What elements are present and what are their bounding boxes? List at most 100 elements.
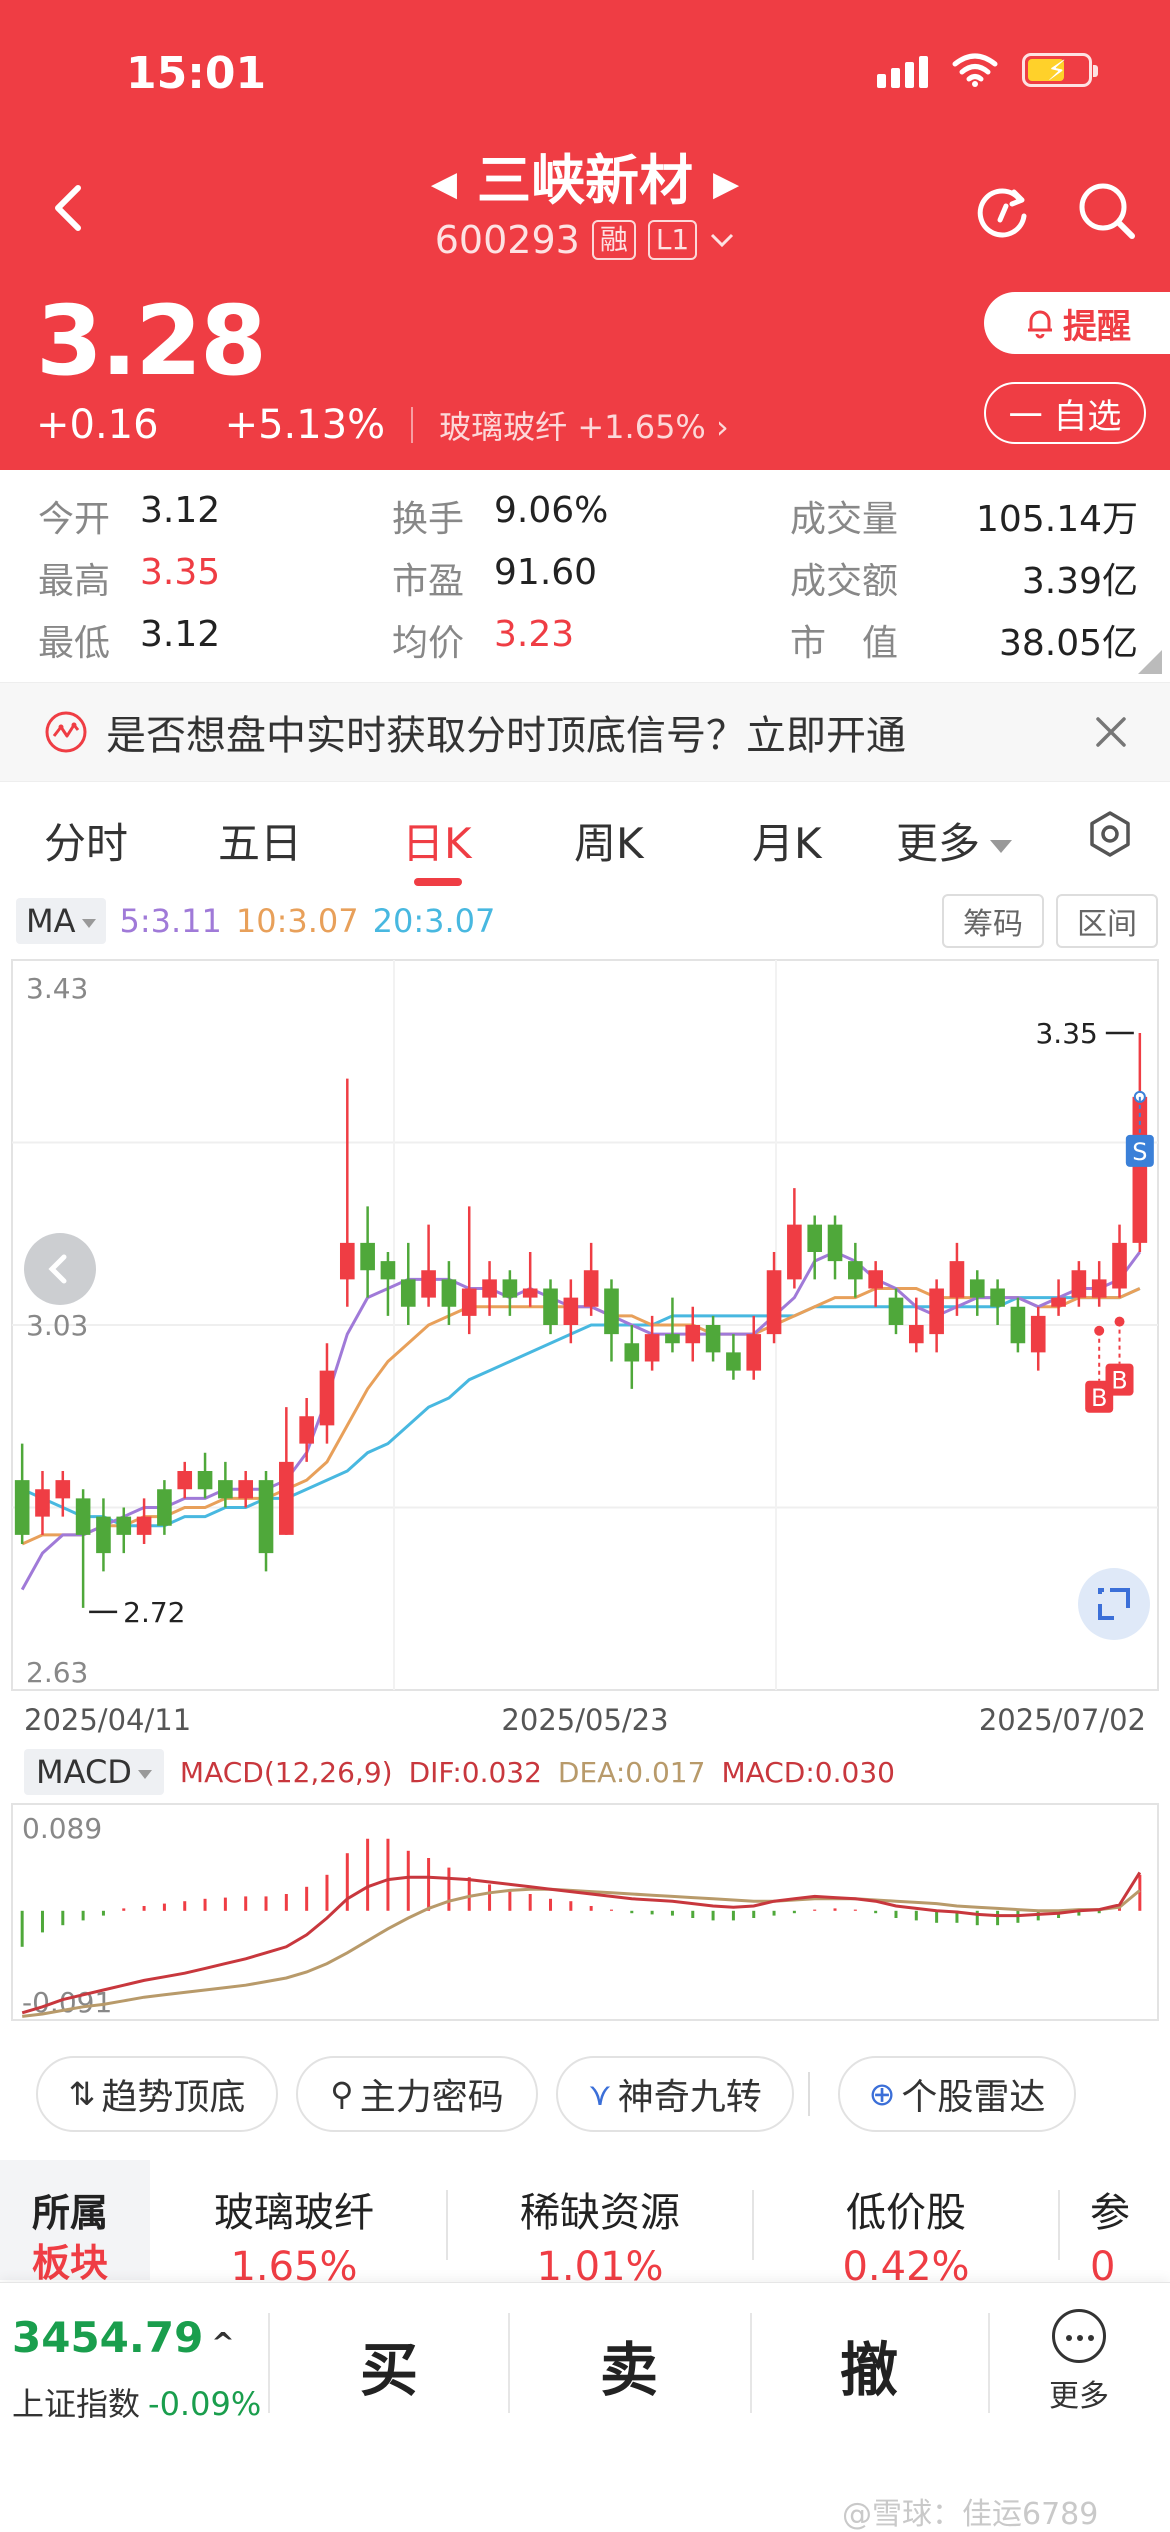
sector-strip: 所属 板块 玻璃玻纤 1.65% 稀缺资源 1.01% 低价股 0.42% 参0 [0, 2160, 1170, 2290]
signal-promo-banner[interactable]: 是否想盘中实时获取分时顶底信号？立即开通 [0, 682, 1170, 782]
candle-body [949, 1261, 965, 1298]
candle-body [238, 1480, 254, 1499]
stock-radar-button[interactable]: ⊕ 个股雷达 [838, 2056, 1076, 2132]
y-mid-label: 3.03 [26, 1309, 88, 1342]
remind-button[interactable]: 提醒 [984, 292, 1170, 354]
sector-item[interactable]: 稀缺资源 1.01% [450, 2160, 750, 2290]
scroll-left-button[interactable] [24, 1233, 96, 1305]
prev-stock-icon[interactable]: ◀ [431, 164, 457, 204]
radar-icon: ⊕ [868, 2075, 896, 2113]
tab-monthly-k[interactable]: 月K [752, 810, 822, 871]
candle-body [604, 1288, 619, 1335]
expand-stats-icon[interactable] [1138, 650, 1162, 674]
candle-body [421, 1270, 436, 1298]
trend-top-bottom-button[interactable]: ⇅ 趋势顶底 [36, 2056, 278, 2132]
macd-chart[interactable]: 0.089-0.091 [0, 1800, 1170, 2030]
candle-body [502, 1279, 518, 1298]
tab-daily-k[interactable]: 日K [402, 810, 472, 871]
index-name: 上证指数 [12, 2385, 141, 2423]
tab-five-day[interactable]: 五日 [218, 810, 302, 871]
candle-body [1010, 1306, 1026, 1344]
more-button[interactable]: 更多 [1044, 2309, 1114, 2415]
x-label-end: 2025/07/02 [979, 1703, 1146, 1737]
macd-indicator-dropdown[interactable]: MACD [24, 1749, 164, 1795]
candle-body [787, 1224, 802, 1280]
price-change: +0.16 [36, 402, 159, 448]
candle-body [624, 1343, 640, 1362]
magic-nine-button[interactable]: ⋎ 神奇九转 [556, 2056, 794, 2132]
macd-legend-bar: MACD MACD(12,26,9) DIF:0.032 DEA:0.017 M… [0, 1744, 1170, 1800]
sector-item[interactable]: 参0 [1090, 2160, 1170, 2290]
y-max-label: 3.43 [26, 972, 88, 1005]
candle-body [563, 1297, 579, 1325]
ma10-line [21, 1287, 1141, 1546]
candle-body [218, 1480, 233, 1499]
candle-body [1071, 1270, 1087, 1298]
cancel-order-button[interactable]: 撤 [840, 2323, 898, 2407]
main-force-code-button[interactable]: ⚲ 主力密码 [296, 2056, 538, 2132]
chevron-left-icon [48, 1254, 67, 1284]
sector-strip-title: 所属 板块 [0, 2160, 150, 2285]
dea-line [22, 1887, 1141, 2018]
banner-text: 是否想盘中实时获取分时顶底信号？立即开通 [106, 713, 906, 759]
candle-body [339, 1242, 355, 1280]
candle-body [360, 1242, 375, 1271]
candle-body [522, 1288, 538, 1298]
low-marker-label: 2.72 [123, 1596, 185, 1629]
tab-more-label: 更多 [896, 819, 981, 868]
y-min-label: 2.63 [26, 1656, 88, 1689]
macd-frame [11, 1803, 1159, 2021]
candle-body [14, 1480, 30, 1535]
fullscreen-icon [1098, 1588, 1130, 1620]
watchlist-label: 一 自选 [1008, 396, 1122, 437]
macd-y-max-label: 0.089 [22, 1812, 102, 1845]
sell-signal-letter: S [1132, 1138, 1147, 1166]
sell-button[interactable]: 卖 [600, 2323, 658, 2407]
tradebar-divider [988, 2313, 990, 2413]
candle-body [461, 1288, 477, 1316]
candle-body [705, 1325, 721, 1353]
kline-chart[interactable]: 3.43 3.03 2.63 2025/04/11 2025/05/23 2025/07/… [0, 890, 1170, 1750]
candle-body [299, 1416, 314, 1444]
candle-body [197, 1471, 213, 1490]
tradebar-divider [268, 2313, 270, 2413]
tab-weekly-k[interactable]: 周K [574, 810, 644, 871]
watchlist-button[interactable]: 一 自选 [984, 382, 1146, 444]
sector-item[interactable]: 玻璃玻纤 1.65% [144, 2160, 444, 2290]
sector-item[interactable]: 低价股 0.42% [756, 2160, 1056, 2290]
candle-body [319, 1370, 335, 1426]
candle-body [929, 1288, 944, 1335]
caret-up-icon: ^ [211, 2326, 235, 2359]
active-tab-indicator [414, 878, 462, 886]
candle-body [136, 1516, 152, 1535]
stat-open: 今开 3.12 [38, 490, 221, 540]
index-quote[interactable]: 3454.79 ^ [12, 2313, 235, 2362]
refresh-icon[interactable] [970, 178, 1034, 242]
candle-body [258, 1480, 274, 1554]
sector-divider [752, 2190, 754, 2260]
fullscreen-button[interactable] [1078, 1568, 1150, 1640]
search-icon[interactable] [1074, 178, 1138, 242]
battery-icon: ⚡ [1022, 53, 1098, 87]
candle-body [644, 1334, 660, 1362]
next-stock-icon[interactable]: ▶ [713, 164, 739, 204]
stock-code: 600293 [434, 218, 580, 262]
chart-settings-icon[interactable] [1086, 810, 1134, 858]
tradebar-divider [508, 2313, 510, 2413]
tab-intraday[interactable]: 分时 [44, 810, 128, 871]
tradebar-divider [750, 2313, 752, 2413]
sector-pct: +1.65% [577, 408, 706, 446]
change-row: +0.16 +5.13% 玻璃玻纤 +1.65% › [36, 402, 729, 448]
stat-market-cap: 市 值 38.05亿 [790, 623, 1138, 664]
candle-body [665, 1334, 680, 1344]
close-icon[interactable] [1090, 711, 1132, 753]
chevron-down-icon[interactable] [709, 230, 735, 250]
tab-more[interactable]: 更多 [896, 810, 1013, 871]
index-value: 3454.79 [12, 2313, 204, 2362]
sector-link[interactable]: 玻璃玻纤 +1.65% › [439, 402, 729, 448]
stock-header: 15:01 ⚡ ◀ 三峡新材 ▶ 600293 融 L1 3.28 +0.16 [0, 0, 1170, 470]
candle-body [807, 1224, 823, 1252]
dea-value: DEA:0.017 [557, 1755, 706, 1789]
buy-button[interactable]: 买 [360, 2323, 418, 2407]
bottom-trade-bar: 3454.79 ^ 上证指数 -0.09% 买 卖 撤 更多 @雪球：佳运6789 [0, 2282, 1170, 2532]
